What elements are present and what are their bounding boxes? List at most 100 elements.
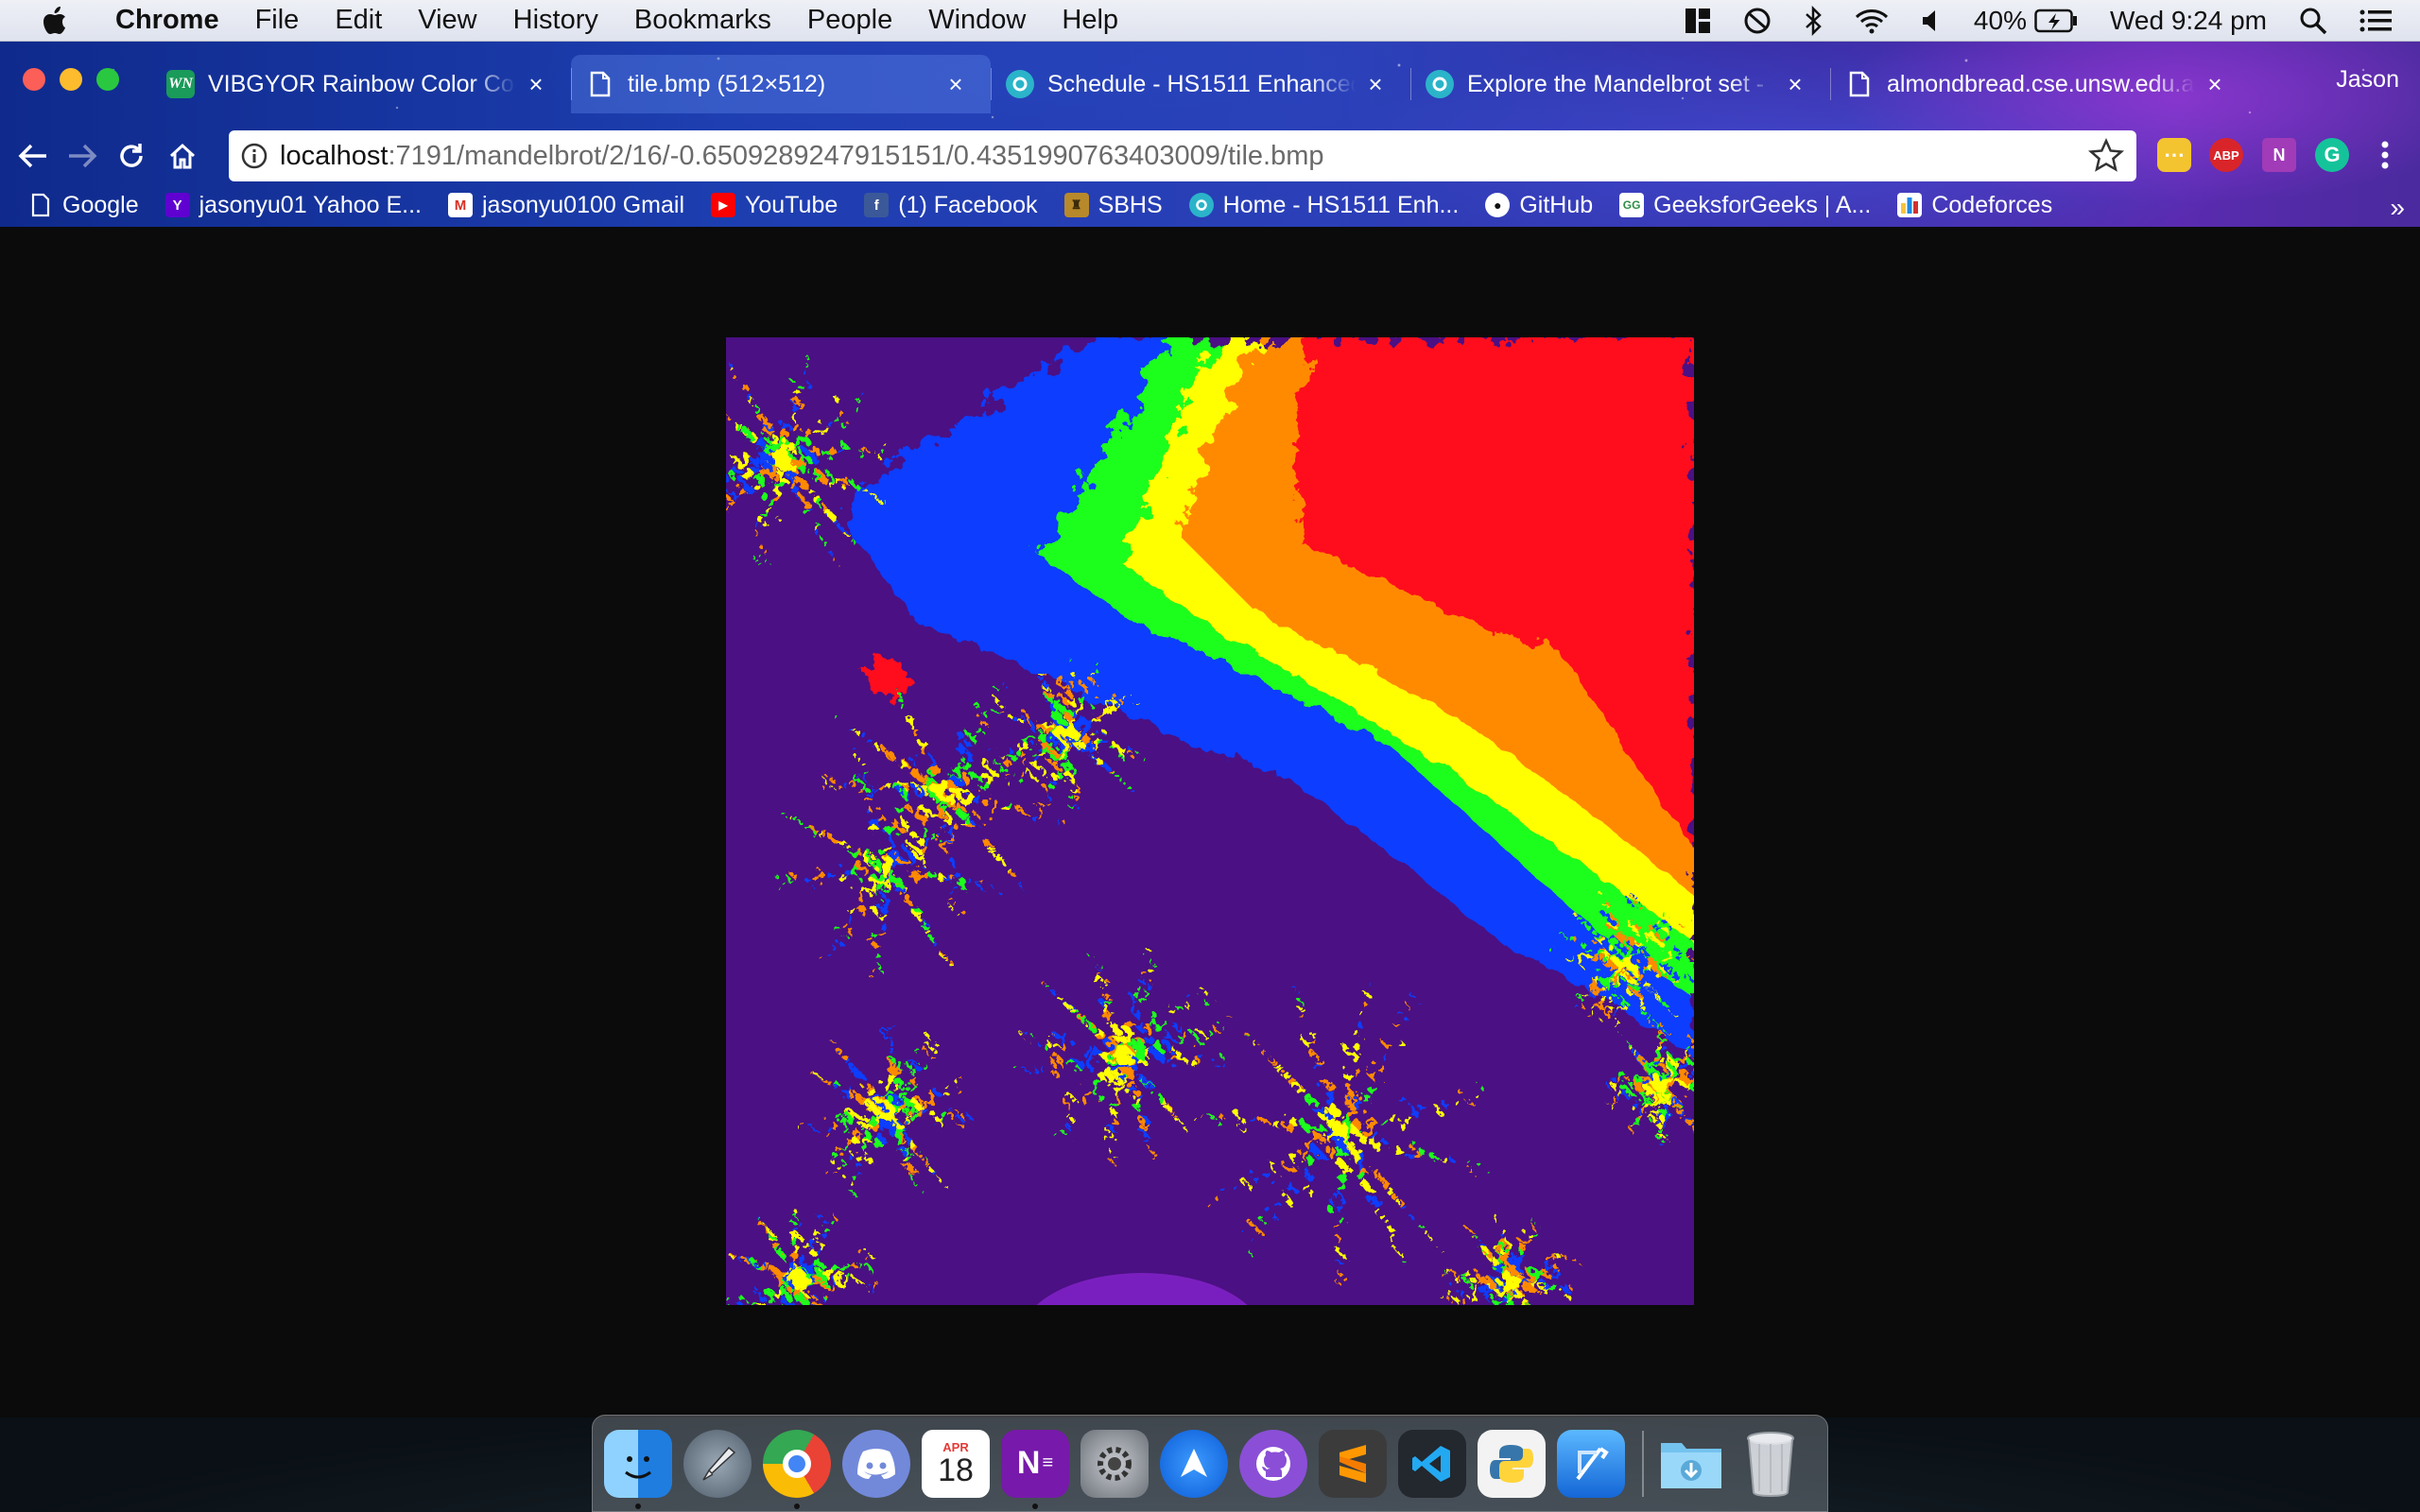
- tab-close-icon[interactable]: ×: [942, 70, 970, 99]
- fractal-dendrite-dot: [756, 475, 767, 486]
- system-preferences-icon[interactable]: [1080, 1429, 1149, 1498]
- tab-close-icon[interactable]: ×: [2201, 70, 2229, 99]
- artstudio-icon[interactable]: [1160, 1429, 1228, 1498]
- tab-vibgyor[interactable]: WN VIBGYOR Rainbow Color Codes ×: [151, 55, 571, 113]
- bookmark-geeksforgeeks[interactable]: GG GeeksforGeeks | A...: [1619, 192, 1871, 219]
- tab-tile-bmp[interactable]: tile.bmp (512×512) ×: [571, 55, 991, 113]
- tab-explore-mandelbrot[interactable]: Explore the Mandelbrot set - ×: [1410, 55, 1830, 113]
- vscode-icon[interactable]: [1398, 1429, 1466, 1498]
- wifi-icon[interactable]: [1855, 8, 1889, 34]
- downloads-folder-icon[interactable]: [1657, 1430, 1725, 1498]
- fractal-dendrite-dot: [822, 1129, 828, 1135]
- onenote-clipper-icon[interactable]: N: [2262, 138, 2296, 172]
- fractal-dendrite-dot: [1112, 700, 1118, 706]
- fractal-dendrite-dot: [870, 826, 880, 835]
- reload-button[interactable]: [108, 132, 155, 180]
- bookmark-youtube[interactable]: ▶ YouTube: [711, 192, 838, 219]
- fractal-dendrite-dot: [826, 1215, 831, 1220]
- fractal-dendrite-dot: [1553, 953, 1557, 956]
- calendar-icon[interactable]: APR 18: [922, 1429, 990, 1498]
- chrome-icon[interactable]: [763, 1429, 831, 1509]
- adblock-plus-icon[interactable]: ABP: [2209, 138, 2243, 172]
- tab-close-icon[interactable]: ×: [1361, 70, 1390, 99]
- menu-file[interactable]: File: [255, 5, 300, 36]
- fractal-dendrite-dot: [1335, 1192, 1343, 1200]
- bookmark-sbhs[interactable]: ♜ SBHS: [1063, 192, 1163, 219]
- bookmark-facebook[interactable]: f (1) Facebook: [864, 192, 1038, 219]
- xcode-icon[interactable]: [1557, 1429, 1625, 1498]
- menu-bookmarks[interactable]: Bookmarks: [634, 5, 771, 36]
- bookmark-star-icon[interactable]: [2087, 137, 2125, 175]
- notification-center-icon[interactable]: [2360, 9, 2392, 33]
- chrome-menu-icon[interactable]: [2368, 138, 2402, 172]
- spotlight-search-icon[interactable]: [2299, 7, 2327, 35]
- address-bar[interactable]: localhost:7191/mandelbrot/2/16/-0.650928…: [229, 130, 2136, 181]
- menu-people[interactable]: People: [807, 5, 892, 36]
- window-minimize-button[interactable]: [60, 68, 82, 91]
- menu-edit[interactable]: Edit: [335, 5, 382, 36]
- fractal-dendrite-dot: [823, 1076, 829, 1083]
- fractal-dendrite-dot: [1066, 1114, 1072, 1120]
- fractal-dendrite-dot: [940, 1180, 944, 1185]
- fractal-dendrite-dot: [912, 729, 920, 737]
- discord-icon[interactable]: [842, 1429, 910, 1498]
- fractal-dendrite-dot: [894, 885, 905, 894]
- fractal-dendrite-dot: [871, 967, 875, 972]
- bookmark-codeforces[interactable]: Codeforces: [1897, 192, 2052, 219]
- window-tiling-icon[interactable]: [1685, 8, 1711, 34]
- trash-icon[interactable]: [1737, 1430, 1805, 1498]
- bookmark-github[interactable]: ● GitHub: [1485, 192, 1593, 219]
- info-icon[interactable]: [240, 142, 268, 170]
- python-icon[interactable]: [1478, 1429, 1546, 1498]
- fractal-dendrite-dot: [972, 821, 977, 827]
- fractal-dendrite-dot: [1302, 1168, 1311, 1177]
- clock[interactable]: Wed 9:24 pm: [2110, 6, 2267, 36]
- fractal-dendrite-dot: [1139, 978, 1146, 985]
- grammarly-icon[interactable]: G: [2315, 138, 2349, 172]
- menu-help[interactable]: Help: [1062, 5, 1118, 36]
- tab-schedule[interactable]: Schedule - HS1511 Enhanced ×: [991, 55, 1410, 113]
- fractal-dendrite-dot: [1166, 1035, 1174, 1042]
- fractal-dendrite-dot: [888, 752, 896, 760]
- bookmarks-overflow-icon[interactable]: »: [2390, 193, 2405, 223]
- mandelbrot-tile-image[interactable]: [726, 337, 1694, 1305]
- fractal-dendrite-dot: [1039, 676, 1046, 681]
- fractal-dendrite-dot: [1658, 1120, 1666, 1127]
- menu-window[interactable]: Window: [928, 5, 1026, 36]
- fractal-dendrite-dot: [1380, 1119, 1391, 1128]
- forward-button[interactable]: [59, 132, 106, 180]
- tab-close-icon[interactable]: ×: [522, 70, 550, 99]
- profile-button[interactable]: Jason: [2336, 66, 2399, 94]
- sublime-text-icon[interactable]: [1319, 1429, 1387, 1498]
- menu-app-name[interactable]: Chrome: [115, 5, 219, 36]
- bluetooth-icon[interactable]: [1804, 6, 1823, 36]
- fractal-dendrite-dot: [1174, 1034, 1182, 1041]
- window-close-button[interactable]: [23, 68, 45, 91]
- launchpad-icon[interactable]: [683, 1429, 752, 1498]
- menu-view[interactable]: View: [418, 5, 476, 36]
- bookmark-gmail[interactable]: M jasonyu0100 Gmail: [448, 192, 684, 219]
- onenote-icon[interactable]: N ≡: [1001, 1429, 1069, 1509]
- bookmark-google[interactable]: Google: [28, 192, 139, 219]
- home-button[interactable]: [159, 132, 206, 180]
- github-desktop-icon[interactable]: [1239, 1429, 1307, 1498]
- bookmark-hs1511[interactable]: Home - HS1511 Enh...: [1188, 192, 1459, 219]
- window-zoom-button[interactable]: [96, 68, 119, 91]
- fractal-dendrite-dot: [1092, 957, 1097, 961]
- menu-history[interactable]: History: [513, 5, 598, 36]
- fractal-dendrite-dot: [929, 764, 940, 774]
- extension-menu-icon[interactable]: ⋯: [2157, 138, 2191, 172]
- do-not-disturb-icon[interactable]: [1743, 7, 1772, 35]
- toolbar: localhost:7191/mandelbrot/2/16/-0.650928…: [0, 123, 2420, 189]
- bookmark-yahoo[interactable]: Y jasonyu01 Yahoo E...: [164, 192, 422, 219]
- tab-close-icon[interactable]: ×: [1781, 70, 1809, 99]
- back-button[interactable]: [9, 132, 57, 180]
- tab-almondbread[interactable]: almondbread.cse.unsw.edu.au ×: [1830, 55, 2250, 113]
- volume-icon[interactable]: [1921, 9, 1942, 33]
- finder-icon[interactable]: [604, 1429, 672, 1509]
- battery-charging-icon[interactable]: [2034, 9, 2078, 33]
- fractal-dendrite-dot: [1256, 1044, 1262, 1051]
- fractal-dendrite-dot: [1402, 1206, 1409, 1212]
- fractal-dendrite-dot: [1043, 799, 1047, 803]
- apple-icon[interactable]: [34, 0, 76, 42]
